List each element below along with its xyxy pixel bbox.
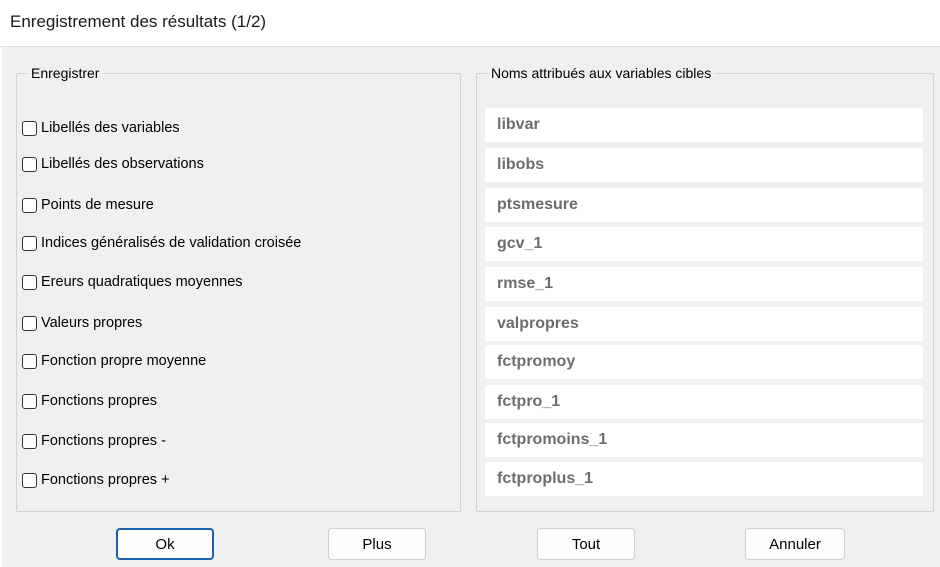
name-field-fctpromoy[interactable]: fctpromoy bbox=[485, 345, 923, 379]
checkbox[interactable] bbox=[22, 156, 37, 172]
target-names-legend: Noms attribués aux variables cibles bbox=[491, 65, 712, 81]
name-field-fctpromoins[interactable]: fctpromoins_1 bbox=[485, 423, 923, 457]
option-points-mesure[interactable]: Points de mesure bbox=[22, 193, 154, 217]
ok-button[interactable]: Ok bbox=[116, 528, 214, 560]
name-field-rmse[interactable]: rmse_1 bbox=[485, 267, 923, 301]
checkbox[interactable] bbox=[22, 472, 37, 488]
title-bar: Enregistrement des résultats (1/2) bbox=[0, 0, 940, 47]
option-indices-gcv[interactable]: Indices généralisés de validation croisé… bbox=[22, 231, 301, 255]
name-field-fctpro[interactable]: fctpro_1 bbox=[485, 385, 923, 419]
name-field-libvar[interactable]: libvar bbox=[485, 108, 923, 142]
checkbox[interactable] bbox=[22, 274, 37, 290]
name-field-valpropres[interactable]: valpropres bbox=[485, 307, 923, 341]
option-valeurs-propres[interactable]: Valeurs propres bbox=[22, 311, 142, 335]
option-label: Valeurs propres bbox=[41, 315, 143, 331]
option-libelles-variables[interactable]: Libellés des variables bbox=[22, 116, 180, 140]
option-fonctions-propres-moins[interactable]: Fonctions propres - bbox=[22, 429, 166, 453]
option-label: Fonctions propres - bbox=[41, 433, 166, 449]
plus-button[interactable]: Plus bbox=[328, 528, 426, 560]
checkbox[interactable] bbox=[22, 393, 37, 409]
option-label: Fonction propre moyenne bbox=[41, 353, 207, 369]
checkbox[interactable] bbox=[22, 353, 37, 369]
option-fonctions-propres[interactable]: Fonctions propres bbox=[22, 389, 157, 413]
name-field-ptsmesure[interactable]: ptsmesure bbox=[485, 188, 923, 222]
option-libelles-observations[interactable]: Libellés des observations bbox=[22, 152, 204, 176]
checkbox[interactable] bbox=[22, 315, 37, 331]
option-erreurs-quadratiques[interactable]: Ereurs quadratiques moyennes bbox=[22, 270, 243, 294]
name-field-gcv[interactable]: gcv_1 bbox=[485, 227, 923, 261]
window-edge bbox=[0, 47, 2, 567]
option-label: Fonctions propres + bbox=[41, 472, 170, 488]
annuler-button[interactable]: Annuler bbox=[745, 528, 845, 560]
option-label: Ereurs quadratiques moyennes bbox=[41, 274, 243, 290]
option-fonctions-propres-plus[interactable]: Fonctions propres + bbox=[22, 468, 170, 492]
option-label: Fonctions propres bbox=[41, 393, 158, 409]
checkbox[interactable] bbox=[22, 120, 37, 136]
option-label: Libellés des observations bbox=[41, 156, 204, 172]
option-fonction-propre-moyenne[interactable]: Fonction propre moyenne bbox=[22, 349, 206, 373]
name-field-libobs[interactable]: libobs bbox=[485, 148, 923, 182]
checkbox[interactable] bbox=[22, 235, 37, 251]
tout-button[interactable]: Tout bbox=[537, 528, 635, 560]
window-title: Enregistrement des résultats (1/2) bbox=[10, 12, 267, 31]
checkbox[interactable] bbox=[22, 197, 37, 213]
name-field-fctproplus[interactable]: fctproplus_1 bbox=[485, 462, 923, 496]
option-label: Indices généralisés de validation croisé… bbox=[41, 235, 302, 251]
option-label: Points de mesure bbox=[41, 197, 154, 213]
checkbox[interactable] bbox=[22, 433, 37, 449]
option-label: Libellés des variables bbox=[41, 120, 180, 136]
save-group-legend: Enregistrer bbox=[31, 65, 100, 81]
